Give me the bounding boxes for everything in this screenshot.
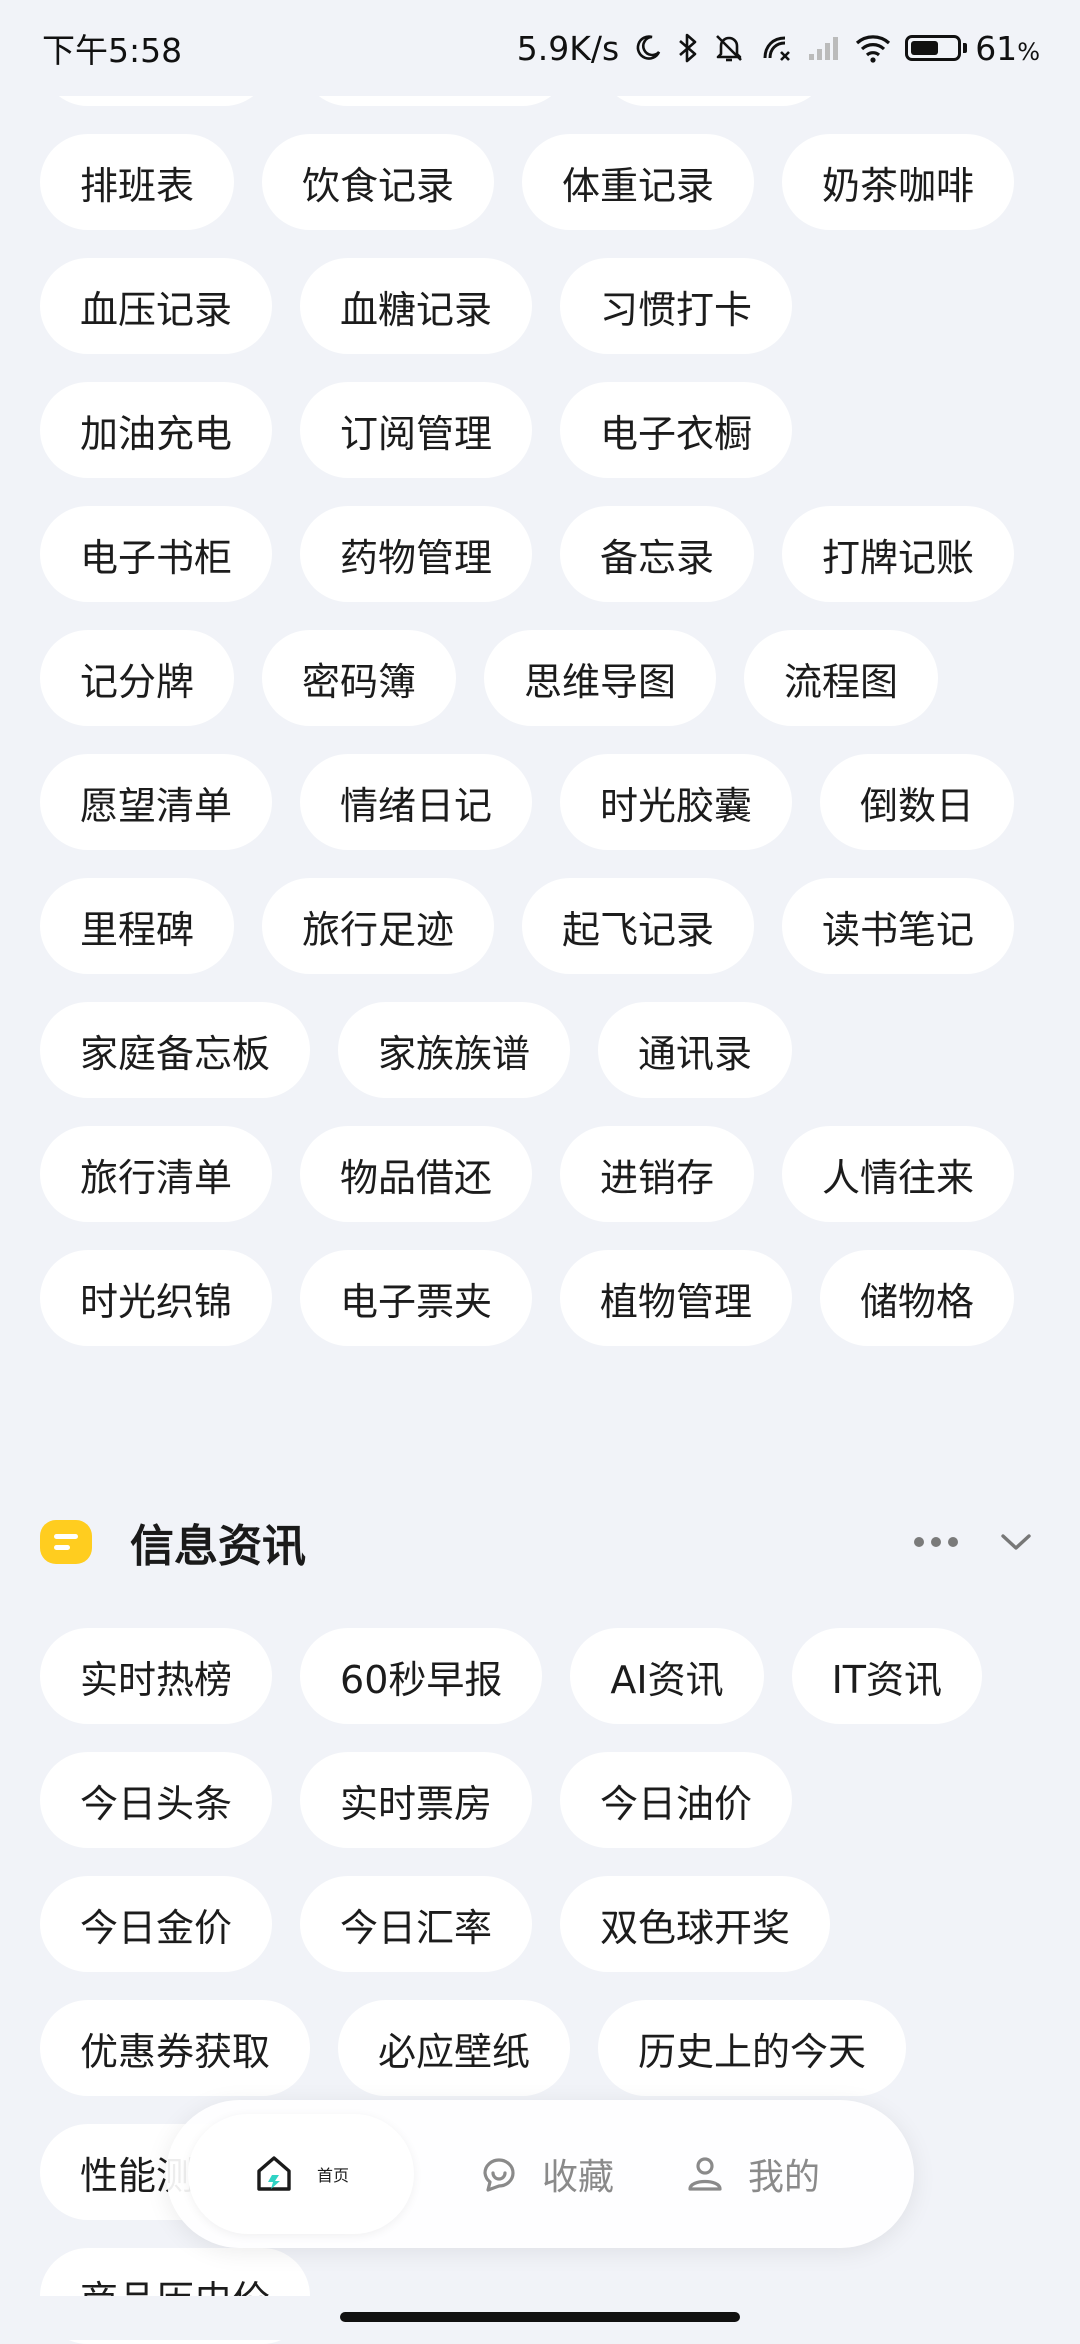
chip-row: 今日金价 今日汇率 双色球开奖 [40,1876,831,1972]
tool-chip[interactable]: 今日金价 [40,1876,273,1972]
tool-chip[interactable]: 储物格 [820,1250,1015,1346]
chip-row: 旅行清单 物品借还 进销存 人情往来 [40,1126,1015,1222]
tool-chip[interactable]: 双色球开奖 [560,1876,831,1972]
tool-chip[interactable]: 记分牌 [40,630,235,726]
chip-row: 时光织锦 电子票夹 植物管理 储物格 [40,1250,1015,1346]
nav-mine[interactable]: 我的 [684,2148,820,2200]
tool-chip[interactable]: 历史上的今天 [598,2000,907,2096]
tool-chip[interactable]: 旅行足迹 [262,878,495,974]
tool-chip[interactable]: 今日汇率 [300,1876,533,1972]
tool-chip[interactable]: 物品借还 [300,1126,533,1222]
info-section-header: 信息资讯 [40,1500,1040,1584]
chip-row: 实时热榜 60秒早报 AI资讯 IT资讯 [40,1628,982,1724]
tool-chip[interactable]: 优惠券获取 [40,2000,311,2096]
chip-row: 今日头条 实时票房 今日油价 [40,1752,793,1848]
nav-mine-label: 我的 [748,2157,821,2198]
tool-chip[interactable]: 情绪日记 [300,754,533,850]
tool-chip[interactable]: 饮食记录 [262,134,495,230]
section-title: 信息资讯 [130,1521,306,1572]
battery-icon [905,35,962,61]
wifi-icon [856,35,891,63]
net-speed: 5.9K/s [516,28,620,68]
tool-chip[interactable]: 电子票夹 [300,1250,533,1346]
mute-bell-icon [716,35,743,62]
battery-percent: 61% [975,29,1040,68]
tool-chip[interactable]: 备忘录 [560,506,755,602]
tool-chip[interactable]: 愿望清单 [40,754,273,850]
user-icon [688,2157,722,2191]
nav-home-label: 首页 [316,2166,349,2185]
tool-chip[interactable]: 奶茶咖啡 [782,134,1015,230]
moon-icon [636,35,661,60]
tool-chip[interactable]: AI资讯 [570,1628,764,1724]
battery-tip [963,43,968,53]
tool-chip[interactable]: 电子衣橱 [560,382,793,478]
tool-chip[interactable]: 电子书柜 [40,506,273,602]
tool-chip[interactable]: 血糖记录 [300,258,533,354]
chip-row: 血压记录 血糖记录 习惯打卡 [40,258,793,354]
home-icon [257,2156,291,2191]
tool-chip[interactable]: IT资讯 [791,1628,982,1724]
section-actions [914,1532,1032,1552]
tool-chip[interactable]: 家族族谱 [338,1002,571,1098]
tool-chip[interactable]: 起飞记录 [522,878,755,974]
battery-unit: % [1017,37,1040,66]
tool-chip[interactable]: 旅行清单 [40,1126,273,1222]
tool-chip[interactable]: 时光胶囊 [560,754,793,850]
nav-home[interactable]: 首页 [188,2114,414,2234]
tool-chip[interactable]: 倒数日 [820,754,1015,850]
bluetooth-icon [679,33,697,63]
tool-chip[interactable]: 60秒早报 [300,1628,543,1724]
tool-chip[interactable]: 流程图 [744,630,939,726]
battery-indicator: 61% [905,29,1040,68]
status-icons: 5.9K/s 61% [517,29,1040,68]
chevron-down-icon[interactable] [1000,1532,1032,1552]
battery-value: 61 [975,28,1018,68]
tool-chip[interactable]: 进销存 [560,1126,755,1222]
more-icon[interactable] [914,1537,958,1547]
signal-icon [809,37,839,60]
chip-row: 电子书柜 药物管理 备忘录 打牌记账 [40,506,1015,602]
chip-row: 家庭备忘板 家族族谱 通讯录 [40,1002,793,1098]
bottom-navigation: 首页 收藏 我的 [166,2100,914,2248]
tool-chip[interactable]: 习惯打卡 [560,258,793,354]
nav-favorites-label: 收藏 [542,2157,615,2198]
chip-row: 排班表 饮食记录 体重记录 奶茶咖啡 [40,134,1015,230]
tool-chip[interactable]: 通讯录 [598,1002,793,1098]
status-bar: 下午5:58 5.9K/s 61% [0,0,1080,96]
tool-chip[interactable]: 思维导图 [484,630,717,726]
call-icon [763,36,791,61]
chip-row: 加油充电 订阅管理 电子衣橱 [40,382,793,478]
chip-row: 优惠券获取 必应壁纸 历史上的今天 [40,2000,907,2096]
nav-favorites[interactable]: 收藏 [478,2148,614,2200]
tool-chip[interactable]: 植物管理 [560,1250,793,1346]
tool-chip[interactable]: 人情往来 [782,1126,1015,1222]
favorites-icon [483,2158,515,2192]
tool-chip[interactable]: 打牌记账 [782,506,1015,602]
tool-chip[interactable]: 实时热榜 [40,1628,273,1724]
tool-chip[interactable]: 读书笔记 [782,878,1015,974]
status-time: 下午5:58 [42,31,183,70]
tool-chip[interactable]: 密码簿 [262,630,457,726]
battery-fill [911,41,939,55]
tool-chip[interactable]: 排班表 [40,134,235,230]
chip-row: 里程碑 旅行足迹 起飞记录 读书笔记 [40,878,1015,974]
tool-chip[interactable]: 药物管理 [300,506,533,602]
chip-row: 记分牌 密码簿 思维导图 流程图 [40,630,939,726]
tool-chip[interactable]: 实时票房 [300,1752,533,1848]
tool-chip[interactable]: 加油充电 [40,382,273,478]
home-indicator[interactable] [340,2312,740,2322]
tool-chip[interactable]: 必应壁纸 [338,2000,571,2096]
tool-chip[interactable]: 订阅管理 [300,382,533,478]
tool-chip[interactable]: 家庭备忘板 [40,1002,311,1098]
tool-chip[interactable]: 里程碑 [40,878,235,974]
chip-row: 愿望清单 情绪日记 时光胶囊 倒数日 [40,754,1015,850]
tool-chip[interactable]: 体重记录 [522,134,755,230]
tool-chip[interactable]: 血压记录 [40,258,273,354]
news-icon [40,1520,92,1564]
tool-chip[interactable]: 今日油价 [560,1752,793,1848]
tool-chip[interactable]: 今日头条 [40,1752,273,1848]
tool-chip[interactable]: 时光织锦 [40,1250,273,1346]
